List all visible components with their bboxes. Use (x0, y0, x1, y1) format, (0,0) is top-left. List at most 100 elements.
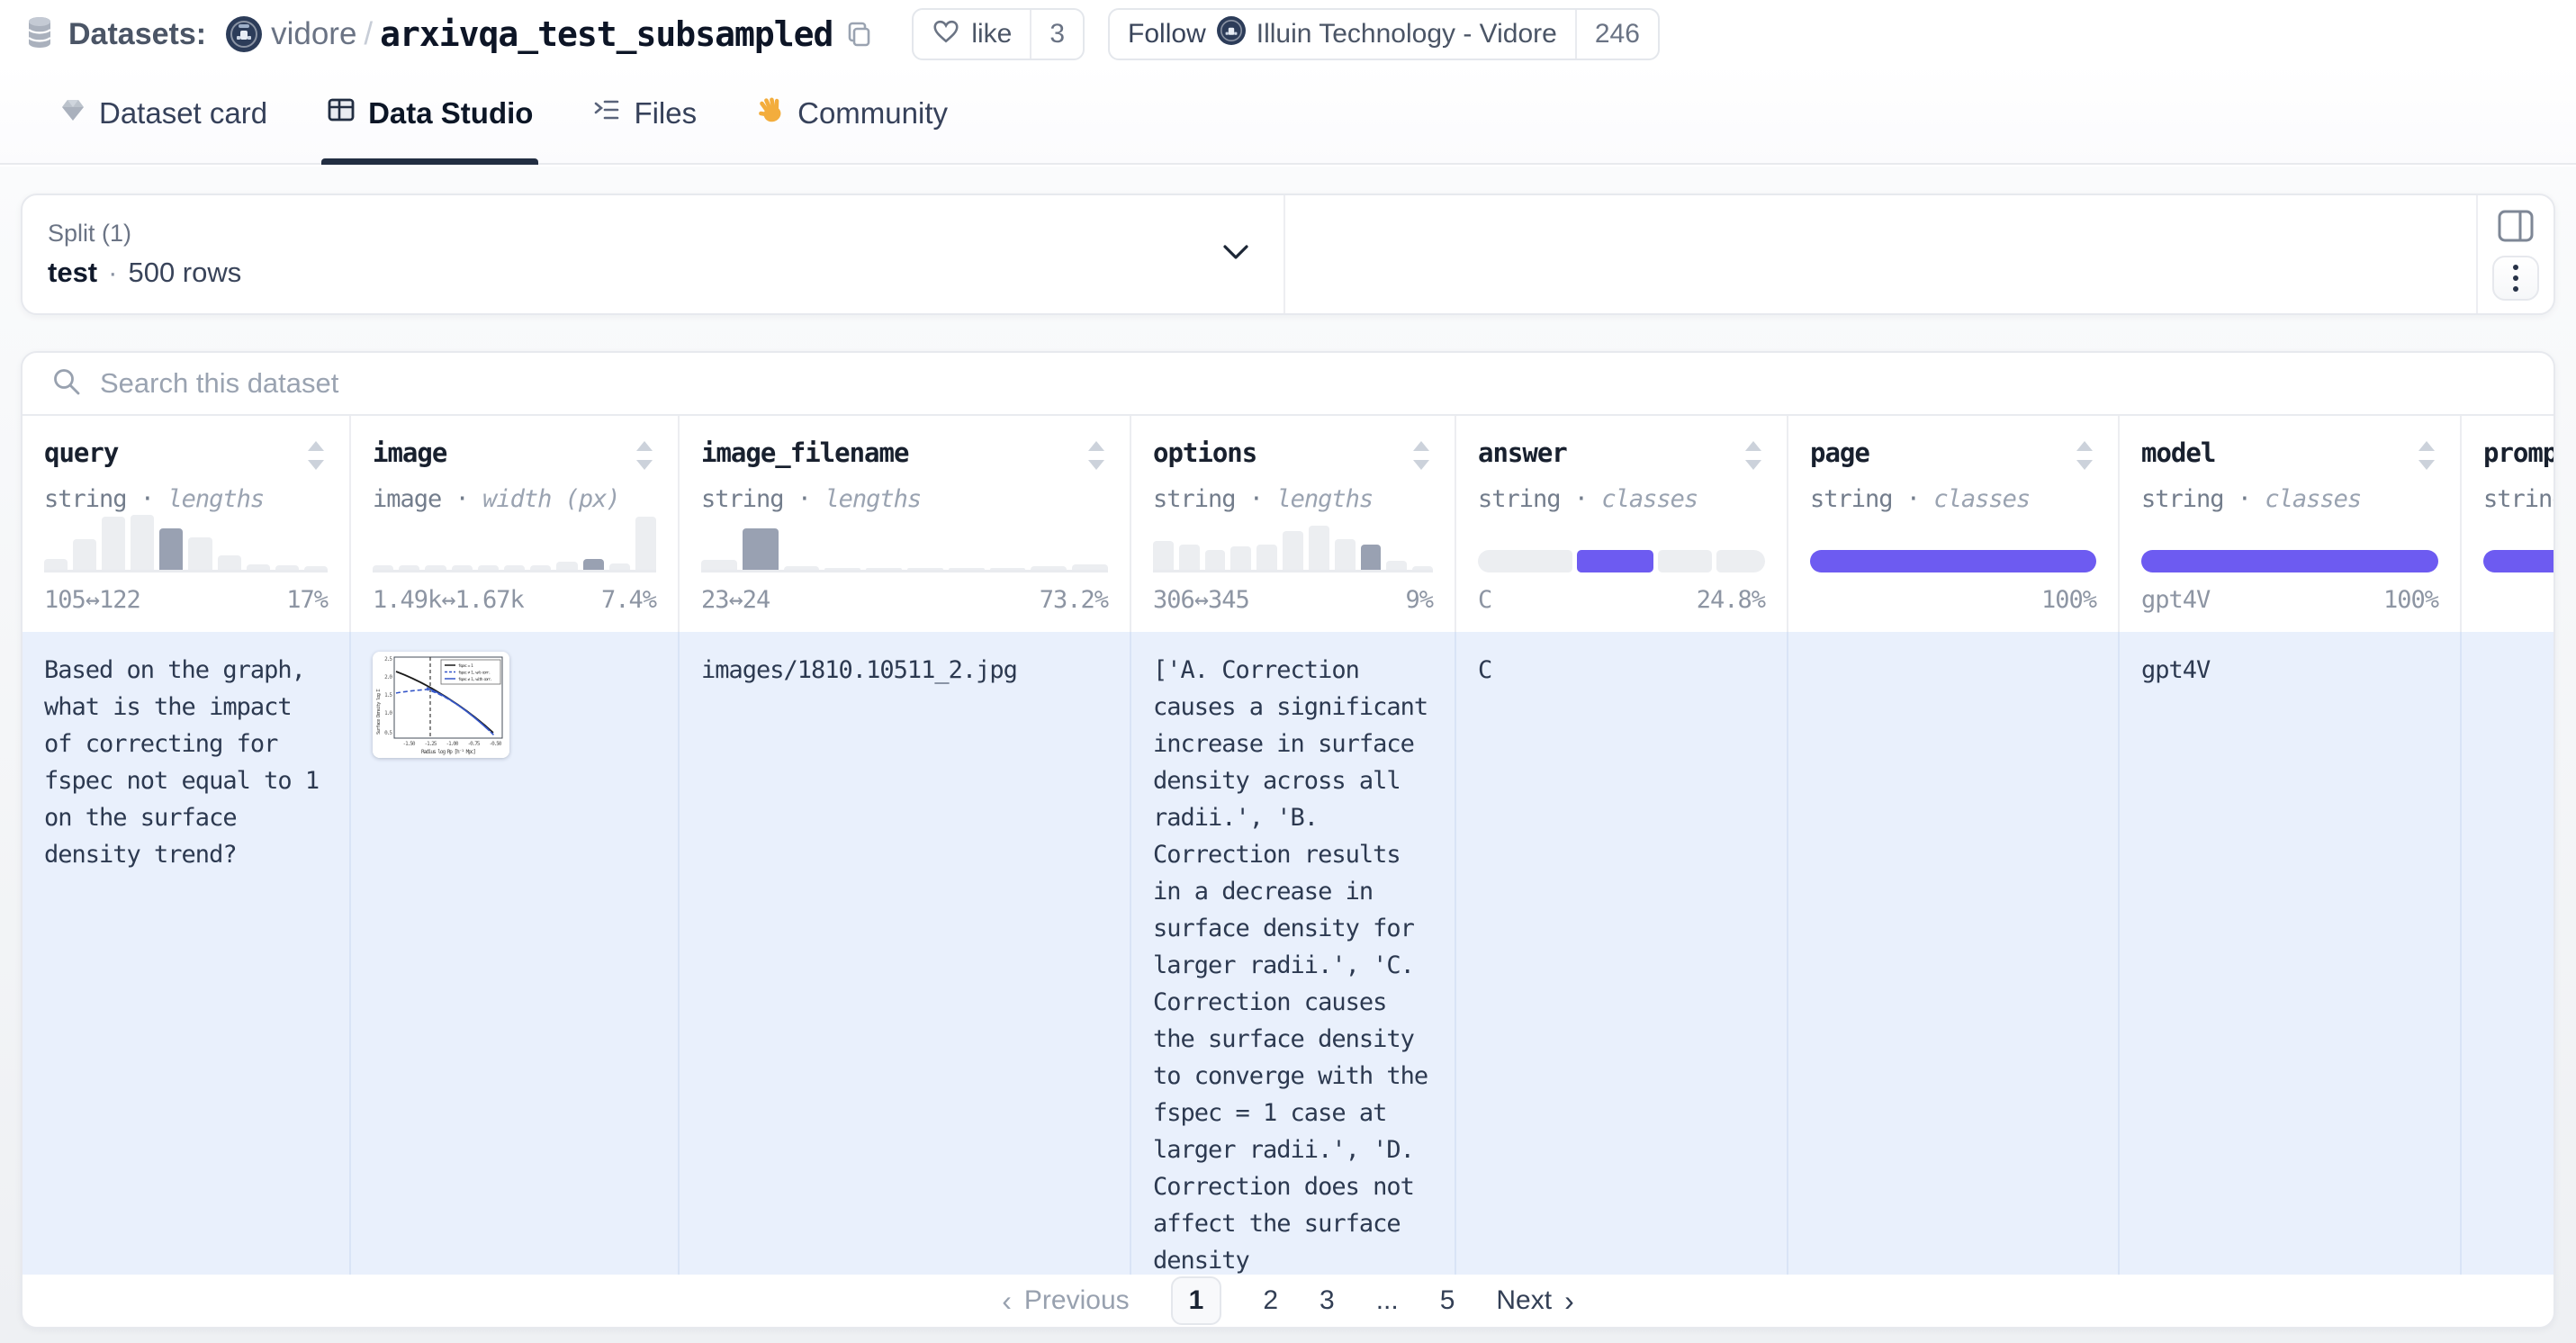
org-link[interactable]: vidore (271, 16, 356, 52)
column-header-model[interactable]: modelstring · classesgpt4V100% (2120, 416, 2462, 632)
column-header-options[interactable]: optionsstring · lengths306↔3459% (1131, 416, 1456, 632)
tab-files[interactable]: Files (592, 63, 697, 163)
histogram-bar[interactable] (784, 566, 820, 570)
histogram-bar[interactable] (1309, 526, 1329, 570)
sort-icon[interactable] (633, 437, 656, 478)
histogram-bar[interactable] (44, 559, 68, 570)
histogram-bar[interactable] (907, 568, 943, 570)
pagination-page-3[interactable]: 3 (1320, 1285, 1335, 1316)
histogram-bar[interactable] (824, 568, 860, 570)
column-header-page[interactable]: pagestring · classes100% (1788, 416, 2120, 632)
next-label: Next (1496, 1285, 1552, 1316)
histogram-bar[interactable] (701, 560, 737, 570)
sort-icon[interactable] (304, 437, 328, 478)
histogram-bar[interactable] (1412, 566, 1433, 570)
histogram-bar[interactable] (1256, 545, 1277, 570)
column-header-prompt[interactable]: promptstring (2462, 416, 2553, 632)
sort-icon[interactable] (1410, 437, 1433, 478)
search-bar (23, 353, 2553, 416)
column-header-query[interactable]: querystring · lengths105↔12217% (23, 416, 351, 632)
histogram-bar[interactable] (218, 555, 241, 570)
class-segment[interactable] (2483, 550, 2553, 572)
column-header-answer[interactable]: answerstring · classesC24.8% (1456, 416, 1788, 632)
more-options-button[interactable] (2492, 256, 2539, 301)
histogram-bar[interactable] (743, 528, 779, 570)
histogram-bar[interactable] (1386, 561, 1407, 570)
histogram-bar[interactable] (188, 537, 212, 570)
sort-icon[interactable] (2415, 437, 2438, 478)
histogram-bar[interactable] (452, 565, 473, 570)
histogram-bar[interactable] (1072, 564, 1108, 570)
sort-icon[interactable] (1742, 437, 1765, 478)
class-segment[interactable] (1810, 550, 2096, 572)
column-stats: gpt4V100% (2141, 586, 2438, 614)
pagination-page-1[interactable]: 1 (1171, 1276, 1222, 1325)
histogram-bar[interactable] (373, 565, 393, 570)
histogram-bar[interactable] (131, 515, 154, 570)
histogram-bar[interactable] (478, 565, 499, 570)
follow-button[interactable]: Follow Illuin Technology - Vidore 246 (1108, 8, 1660, 60)
column-visibility-icon[interactable] (2497, 209, 2535, 243)
histogram-bar[interactable] (425, 565, 446, 570)
search-input[interactable] (100, 367, 2525, 400)
tab-dataset-card[interactable]: Dataset card (59, 63, 267, 163)
pagination-next[interactable]: Next› (1496, 1284, 1573, 1318)
sort-icon[interactable] (1085, 437, 1108, 478)
class-segment[interactable] (1577, 550, 1654, 572)
histogram-bar[interactable] (1335, 539, 1356, 570)
stat-range: gpt4V (2141, 586, 2210, 614)
pagination-page-2[interactable]: 2 (1263, 1285, 1278, 1316)
like-count[interactable]: 3 (1030, 10, 1083, 59)
histogram-bar[interactable] (609, 563, 630, 570)
histogram-bar[interactable] (1153, 541, 1174, 570)
column-stats: 105↔12217% (44, 586, 328, 614)
histogram-bar[interactable] (275, 565, 299, 570)
histogram-bar[interactable] (949, 568, 985, 570)
histogram-bar[interactable] (583, 559, 604, 570)
class-segment[interactable] (1658, 550, 1712, 572)
column-stats: C24.8% (1478, 586, 1765, 614)
histogram-bar[interactable] (1205, 550, 1226, 570)
histogram-bar[interactable] (530, 565, 551, 570)
histogram-bar[interactable] (990, 568, 1026, 570)
histogram-bar[interactable] (1230, 546, 1251, 570)
row-image-thumbnail[interactable]: 2.5 2.0 1.5 1.0 0.5 -1.50 -1.25 -1.00 -0… (373, 652, 509, 758)
column-header-image_filename[interactable]: image_filenamestring · lengths23↔2473.2% (680, 416, 1131, 632)
histogram-bar[interactable] (556, 562, 577, 570)
column-stats: 100% (1810, 586, 2096, 614)
histogram-bar[interactable] (504, 565, 525, 570)
column-header-image[interactable]: imageimage · width (px)1.49k↔1.67k7.4% (351, 416, 680, 632)
cell-image[interactable]: 2.5 2.0 1.5 1.0 0.5 -1.50 -1.25 -1.00 -0… (351, 632, 680, 1275)
tab-community[interactable]: Community (756, 63, 948, 163)
histogram-bar[interactable] (399, 565, 419, 570)
follow-org-avatar (1217, 16, 1246, 52)
tab-data-studio[interactable]: Data Studio (327, 63, 533, 163)
histogram-bar[interactable] (247, 564, 270, 570)
pagination-previous[interactable]: ‹Previous (1002, 1284, 1129, 1318)
histogram-bar[interactable] (1031, 566, 1067, 570)
cell-query: Based on the graph, what is the impact o… (23, 632, 351, 1275)
histogram-bar[interactable] (1283, 531, 1303, 570)
org-avatar[interactable] (226, 16, 262, 52)
pagination-page-...[interactable]: ... (1376, 1285, 1399, 1316)
class-segment[interactable] (2141, 550, 2438, 572)
histogram-bar[interactable] (1361, 545, 1382, 570)
split-selector[interactable]: Split (1) test·500 rows (23, 195, 1285, 313)
histogram-bar[interactable] (159, 528, 183, 570)
histogram-bar[interactable] (635, 517, 656, 570)
dataset-name-link[interactable]: arxivqa_test_subsampled (380, 14, 833, 54)
copy-icon[interactable] (845, 20, 874, 49)
class-segment[interactable] (1716, 550, 1765, 572)
follow-label: Follow (1128, 19, 1206, 50)
sort-icon[interactable] (2073, 437, 2096, 478)
histogram-bar[interactable] (73, 539, 96, 570)
like-button[interactable]: like 3 (912, 8, 1085, 60)
histogram-bar[interactable] (304, 566, 328, 570)
class-segment[interactable] (1478, 550, 1572, 572)
pagination-page-5[interactable]: 5 (1440, 1285, 1455, 1316)
histogram-bar[interactable] (1179, 545, 1200, 570)
column-head: image (373, 437, 656, 478)
histogram-bar[interactable] (102, 517, 125, 570)
histogram-bar[interactable] (866, 568, 902, 570)
chevron-left-icon: ‹ (1002, 1284, 1012, 1318)
